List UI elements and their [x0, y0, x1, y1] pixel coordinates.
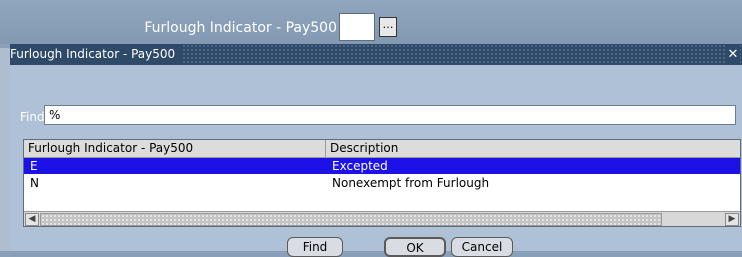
furlough-field-input[interactable] — [339, 13, 375, 41]
find-button[interactable]: Find — [287, 237, 343, 257]
scroll-thumb[interactable] — [40, 213, 662, 226]
row-description: Excepted — [332, 159, 388, 173]
scroll-right-icon[interactable]: ▶ — [725, 213, 739, 226]
table-header: Furlough Indicator - Pay500 Description — [24, 140, 740, 158]
lov-button[interactable]: … — [379, 17, 397, 37]
find-label: Find — [20, 110, 45, 124]
row-code: N — [30, 176, 39, 190]
column-header-description[interactable]: Description — [326, 140, 740, 157]
dialog-titlebar[interactable]: Furlough Indicator - Pay500 ✕ — [10, 44, 742, 65]
close-icon[interactable]: ✕ — [726, 44, 740, 65]
table-row[interactable]: E Excepted — [24, 158, 740, 174]
lov-table: Furlough Indicator - Pay500 Description … — [23, 139, 741, 227]
scroll-left-icon[interactable]: ◀ — [25, 213, 39, 226]
background-form: Furlough Indicator - Pay500 … — [0, 0, 742, 44]
row-code: E — [30, 159, 38, 173]
cancel-button[interactable]: Cancel — [451, 237, 513, 257]
find-input[interactable] — [44, 105, 736, 125]
dialog-title: Furlough Indicator - Pay500 — [10, 44, 182, 65]
lov-dialog: Furlough Indicator - Pay500 ✕ Find Furlo… — [10, 44, 742, 251]
table-row[interactable]: N Nonexempt from Furlough — [24, 175, 740, 191]
ok-button[interactable]: OK — [384, 237, 446, 257]
row-description: Nonexempt from Furlough — [332, 176, 490, 190]
column-header-code[interactable]: Furlough Indicator - Pay500 — [24, 140, 326, 157]
furlough-field-label: Furlough Indicator - Pay500 — [144, 20, 337, 36]
horizontal-scrollbar[interactable]: ◀ ▶ — [24, 211, 740, 226]
